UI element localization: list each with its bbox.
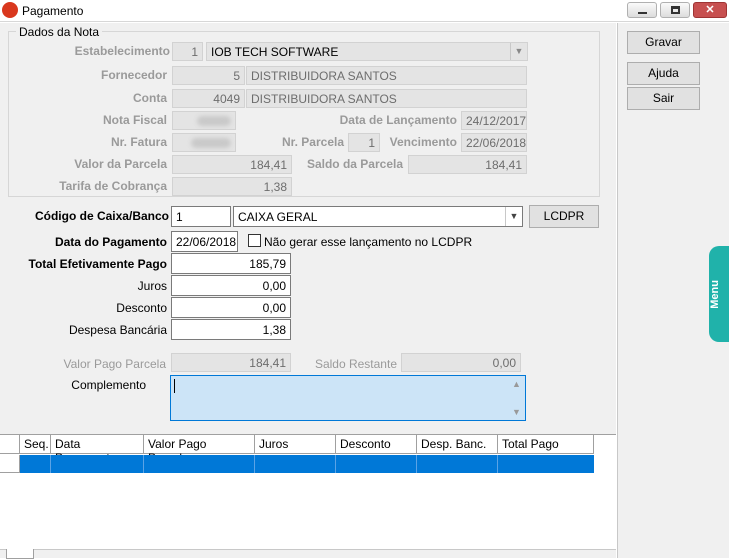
gravar-button[interactable]: Gravar bbox=[627, 31, 700, 54]
menu-tab-label[interactable]: Menu bbox=[709, 280, 729, 309]
column-header-desp-banc[interactable]: Desp. Banc. bbox=[417, 435, 498, 454]
tarifa-field: 1,38 bbox=[172, 177, 292, 196]
fornecedor-code-field: 5 bbox=[172, 66, 245, 85]
nota-fiscal-field bbox=[172, 111, 236, 130]
app-icon bbox=[2, 2, 18, 18]
data-lancamento-field: 24/12/2017 bbox=[461, 111, 527, 130]
nr-parcela-field: 1 bbox=[348, 133, 380, 152]
estabelecimento-code-field: 1 bbox=[172, 42, 203, 61]
row-header-corner bbox=[0, 435, 20, 454]
estabelecimento-name: IOB TECH SOFTWARE bbox=[211, 45, 339, 59]
caixa-select[interactable]: CAIXA GERAL ▼ bbox=[233, 206, 523, 227]
nao-gerar-checkbox[interactable] bbox=[248, 234, 261, 247]
text-cursor bbox=[174, 379, 175, 393]
chevron-down-icon[interactable]: ▼ bbox=[505, 207, 522, 226]
despesa-bancaria-label: Despesa Bancária bbox=[68, 323, 167, 337]
vencimento-label: Vencimento bbox=[389, 135, 457, 149]
valor-pago-parcela-field: 184,41 bbox=[171, 353, 291, 372]
chevron-down-icon: ▼ bbox=[510, 43, 527, 60]
estabelecimento-label: Estabelecimento bbox=[74, 44, 170, 58]
complemento-scrollbar[interactable]: ▲ ▼ bbox=[508, 376, 525, 420]
codigo-caixa-input[interactable]: 1 bbox=[171, 206, 231, 227]
nr-fatura-field bbox=[172, 133, 236, 152]
conta-label: Conta bbox=[133, 91, 167, 105]
vencimento-field: 22/06/2018 bbox=[461, 133, 527, 152]
close-icon: ✕ bbox=[705, 4, 715, 16]
grid-tab-strip bbox=[0, 549, 616, 559]
fornecedor-label: Fornecedor bbox=[100, 68, 167, 82]
column-header-total-pago[interactable]: Total Pago bbox=[498, 435, 594, 454]
column-header-data-pagamento[interactable]: Data Pagamento bbox=[51, 435, 144, 465]
total-pago-input[interactable]: 185,79 bbox=[171, 253, 291, 274]
juros-input[interactable]: 0,00 bbox=[171, 275, 291, 296]
minimize-icon bbox=[638, 12, 647, 14]
saldo-parcela-field: 184,41 bbox=[408, 155, 527, 174]
codigo-caixa-label: Código de Caixa/Banco bbox=[34, 209, 169, 223]
saldo-parcela-label: Saldo da Parcela bbox=[306, 157, 403, 171]
saldo-restante-label: Saldo Restante bbox=[314, 357, 397, 371]
close-button[interactable]: ✕ bbox=[693, 2, 727, 18]
complemento-label: Complemento bbox=[71, 378, 146, 392]
redacted-value bbox=[191, 138, 231, 148]
despesa-bancaria-input[interactable]: 1,38 bbox=[171, 319, 291, 340]
data-lancamento-label: Data de Lançamento bbox=[339, 113, 457, 127]
dados-nota-group-title: Dados da Nota bbox=[16, 25, 103, 39]
desconto-label: Desconto bbox=[116, 301, 167, 315]
ajuda-button[interactable]: Ajuda bbox=[627, 62, 700, 85]
maximize-icon bbox=[671, 6, 680, 14]
nr-fatura-label: Nr. Fatura bbox=[110, 135, 167, 149]
valor-pago-parcela-label: Valor Pago Parcela bbox=[63, 357, 166, 371]
nota-fiscal-label: Nota Fiscal bbox=[102, 113, 167, 127]
redacted-value bbox=[197, 116, 231, 126]
table-row[interactable] bbox=[20, 455, 594, 473]
saldo-restante-field: 0,00 bbox=[401, 353, 521, 372]
window-title: Pagamento bbox=[22, 4, 84, 18]
scroll-down-icon[interactable]: ▼ bbox=[508, 407, 525, 417]
row-header[interactable] bbox=[0, 455, 20, 473]
tarifa-label: Tarifa de Cobrança bbox=[59, 179, 167, 193]
column-header-juros[interactable]: Juros bbox=[255, 435, 336, 454]
maximize-button[interactable] bbox=[660, 2, 690, 18]
valor-parcela-label: Valor da Parcela bbox=[74, 157, 167, 171]
caixa-select-value: CAIXA GERAL bbox=[238, 210, 318, 224]
total-pago-label: Total Efetivamente Pago bbox=[28, 257, 167, 271]
scroll-up-icon[interactable]: ▲ bbox=[508, 379, 525, 389]
nao-gerar-label[interactable]: Não gerar esse lançamento no LCDPR bbox=[264, 235, 472, 249]
conta-name-field: DISTRIBUIDORA SANTOS bbox=[246, 89, 527, 108]
lcdpr-button[interactable]: LCDPR bbox=[529, 205, 599, 228]
column-header-valor-pago-parcela[interactable]: Valor Pago Parcela bbox=[144, 435, 255, 465]
juros-label: Juros bbox=[137, 279, 167, 293]
data-pagamento-label: Data do Pagamento bbox=[54, 235, 167, 249]
estabelecimento-select: IOB TECH SOFTWARE ▼ bbox=[206, 42, 528, 61]
minimize-button[interactable] bbox=[627, 2, 657, 18]
column-header-seq[interactable]: Seq. bbox=[20, 435, 51, 454]
column-header-desconto[interactable]: Desconto bbox=[336, 435, 417, 454]
data-pagamento-input[interactable]: 22/06/2018 bbox=[171, 231, 238, 252]
sair-button[interactable]: Sair bbox=[627, 87, 700, 110]
complemento-textarea[interactable]: ▲ ▼ bbox=[170, 375, 526, 421]
desconto-input[interactable]: 0,00 bbox=[171, 297, 291, 318]
nr-parcela-label: Nr. Parcela bbox=[281, 135, 344, 149]
fornecedor-name-field: DISTRIBUIDORA SANTOS bbox=[246, 66, 527, 85]
conta-code-field: 4049 bbox=[172, 89, 245, 108]
valor-parcela-field: 184,41 bbox=[172, 155, 292, 174]
title-bar bbox=[0, 0, 729, 22]
